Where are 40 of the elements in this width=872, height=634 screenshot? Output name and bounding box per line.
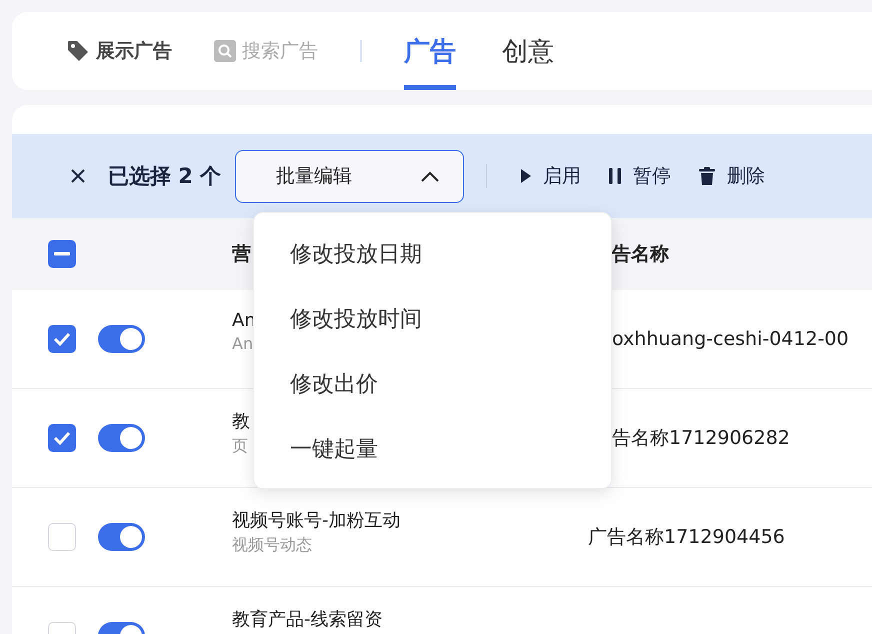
- selection-count: 已选择 2 个: [108, 163, 222, 190]
- column-header: 营: [232, 242, 251, 267]
- row-checkbox[interactable]: [48, 325, 76, 353]
- campaign-title: 教育产品-线索留资: [232, 608, 382, 631]
- action-button[interactable]: 暂停: [609, 163, 672, 189]
- minus-icon: [54, 252, 70, 256]
- chevron-icon: [421, 170, 440, 182]
- play-icon: [521, 169, 532, 183]
- toggle-switch[interactable]: [98, 325, 145, 353]
- checkmark-icon: [53, 332, 71, 346]
- menu-item[interactable]: 修改投放时间: [254, 286, 611, 351]
- source-tab[interactable]: 展示广告: [66, 38, 172, 64]
- view-tab[interactable]: 创意: [502, 12, 554, 90]
- row-checkbox[interactable]: [48, 523, 76, 551]
- search-icon: [214, 40, 236, 62]
- toggle-switch[interactable]: [98, 424, 145, 452]
- campaign-subtitle: An: [232, 334, 254, 353]
- campaign-subtitle: 页: [232, 436, 248, 457]
- action-button[interactable]: 启用: [521, 163, 582, 189]
- campaign-subtitle: 视频号动态: [232, 535, 312, 556]
- menu-item[interactable]: 修改出价: [254, 351, 611, 416]
- menu-item[interactable]: 修改投放日期: [254, 221, 611, 286]
- tag-icon: [66, 39, 90, 63]
- campaign-title: 视频号账号-加粉互动: [232, 509, 400, 532]
- trash-icon: [699, 167, 716, 185]
- action-button[interactable]: 删除: [699, 163, 766, 189]
- toggle-switch[interactable]: [98, 523, 145, 551]
- ad-name: 广告名称1712904456: [588, 526, 785, 548]
- row-checkbox[interactable]: [48, 424, 76, 452]
- column-header: 告名称: [612, 242, 669, 267]
- ad-name: oxhhuang-ceshi-0412-00: [611, 328, 849, 350]
- campaign-title: 教: [232, 410, 250, 433]
- ad-name: 告名称1712906282: [611, 427, 790, 449]
- select-all-checkbox[interactable]: [48, 240, 76, 268]
- close-icon[interactable]: [70, 168, 86, 184]
- pause-icon: [609, 168, 622, 184]
- checkmark-icon: [53, 431, 71, 445]
- batch-edit-dropdown[interactable]: 批量编辑: [235, 150, 464, 202]
- menu-item[interactable]: 一键起量: [254, 416, 611, 481]
- view-tab[interactable]: 广告: [404, 12, 456, 90]
